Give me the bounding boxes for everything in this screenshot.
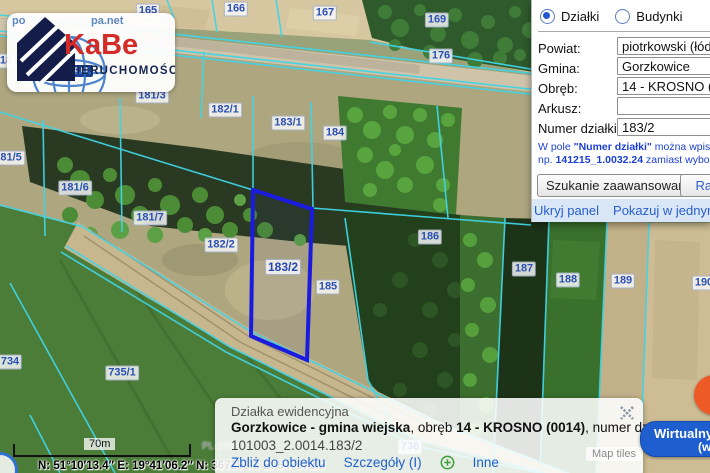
popup-parcel-description: Gorzkowice - gmina wiejska, obręb 14 - K… — [231, 420, 686, 435]
scale-bar: 70m — [12, 440, 192, 460]
scale-label: 70m — [84, 438, 115, 450]
parcel-label: 190 — [692, 276, 710, 291]
parcel-label: 166 — [224, 2, 248, 17]
parcel-label: 181/5 — [0, 151, 25, 166]
radio-parcels[interactable] — [540, 9, 555, 24]
close-icon[interactable] — [620, 406, 634, 420]
field-row-numer: Numer działki: — [538, 120, 620, 138]
assistant-sublabel: (w — [698, 440, 710, 454]
layer-radio-group: Działki Budynki — [540, 9, 693, 24]
advanced-search-button[interactable]: Szukanie zaawansowane — [537, 174, 702, 197]
details-link[interactable]: Szczegóły (I) — [344, 455, 422, 470]
parcel-label: 735/1 — [105, 366, 139, 381]
brand-name: KaBe — [64, 29, 138, 62]
parcel-label: 184 — [323, 126, 347, 141]
parcel-info-popup: Działka ewidencyjna Gorzkowice - gmina w… — [215, 398, 643, 473]
virtual-assistant-button[interactable]: Wirtualny Asystent (w — [640, 421, 710, 457]
parcel-label: 181/6 — [58, 181, 92, 196]
popup-actions: Zbliż do obiektu Szczegóły (I) Inne — [231, 455, 499, 470]
gmina-label: Gmina: — [538, 60, 580, 78]
panel-links-bar: Ukryj panel Pokazuj w jednym oknie — [532, 199, 710, 222]
obreb-label: Obręb: — [538, 80, 578, 98]
radio-parcels-label[interactable]: Działki — [561, 9, 599, 24]
field-row-arkusz: Arkusz: — [538, 100, 581, 118]
parcel-label: 183/1 — [271, 116, 305, 131]
hide-panel-link[interactable]: Ukryj panel — [534, 203, 599, 218]
single-window-link[interactable]: Pokazuj w jednym oknie — [613, 203, 710, 218]
radio-buildings-label[interactable]: Budynki — [636, 9, 682, 24]
parcel-label: 187 — [512, 262, 536, 277]
panel-divider — [538, 31, 710, 32]
report-button[interactable]: Raport — [680, 174, 710, 197]
zoom-to-object-link[interactable]: Zbliż do obiektu — [231, 455, 326, 470]
parcel-label: 734 — [0, 355, 22, 370]
parcel-label: 169 — [425, 13, 449, 28]
parcel-label: 181/7 — [133, 211, 167, 226]
arkusz-label: Arkusz: — [538, 100, 581, 118]
powiat-select[interactable] — [617, 37, 710, 55]
obreb-select[interactable] — [617, 77, 710, 95]
powiat-label: Powiat: — [538, 40, 581, 58]
other-actions-link[interactable]: Inne — [473, 455, 499, 470]
parcel-label: 189 — [611, 274, 635, 289]
parcel-label: 182/1 — [208, 103, 242, 118]
parcel-label: 185 — [316, 280, 340, 295]
hint-text: W pole "Numer działki" można wpisać pełn… — [538, 141, 710, 167]
arkusz-input[interactable] — [617, 97, 710, 115]
parcel-label: 186 — [418, 230, 442, 245]
parcel-label: 176 — [429, 49, 453, 64]
assistant-label: Wirtualny Asystent — [654, 426, 710, 441]
app-window: 16516616716917618181/3182/1183/1184181/5… — [0, 0, 710, 473]
field-row-gmina: Gmina: — [538, 60, 580, 78]
radio-buildings[interactable] — [615, 9, 630, 24]
popup-title: Działka ewidencyjna — [231, 404, 349, 419]
kabe-logo: po pa.net YSTEM KaBe NIERUCHOMOŚCI — [7, 13, 175, 92]
add-circle-icon[interactable] — [440, 455, 455, 470]
search-panel: Działki Budynki Powiat: Gmina: Obręb: Ar… — [531, 0, 710, 222]
parcel-identifier: 101003_2.0014.183/2 — [231, 438, 362, 453]
brand-subtitle: NIERUCHOMOŚCI — [67, 65, 175, 77]
numer-dzialki-label: Numer działki: — [538, 120, 620, 138]
field-row-obreb: Obręb: — [538, 80, 578, 98]
numer-dzialki-input[interactable] — [617, 118, 710, 136]
field-row-powiat: Powiat: — [538, 40, 581, 58]
gmina-select[interactable] — [617, 57, 710, 75]
parcel-label: 183/2 — [265, 259, 301, 275]
parcel-label: 188 — [556, 273, 580, 288]
parcel-label: 182/2 — [204, 238, 238, 253]
parcel-label: 167 — [313, 6, 337, 21]
map-attribution: Map tiles — [586, 447, 642, 461]
